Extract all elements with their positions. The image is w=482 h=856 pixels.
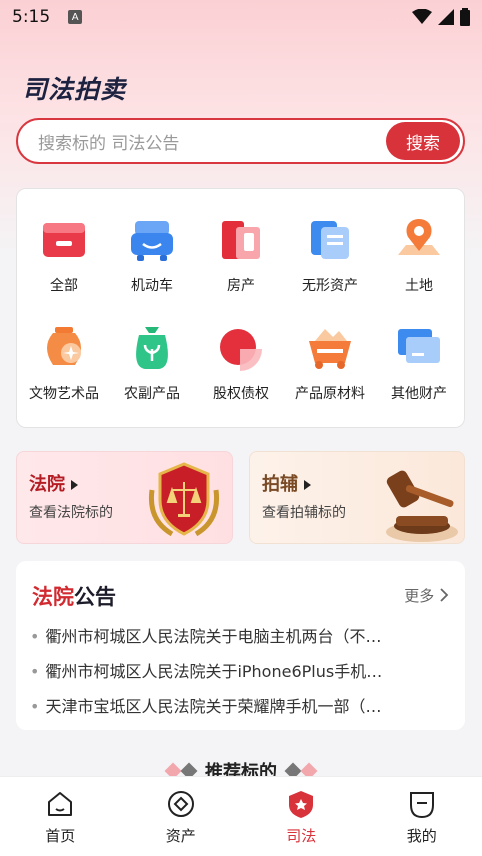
category-house[interactable]: 房产 xyxy=(196,217,286,317)
profile-icon xyxy=(409,792,434,819)
nav-justice[interactable]: 司法 xyxy=(241,777,362,856)
category-grid: 全部 机动车 房产 无形资产 土地 文物艺术品 农副产品 股权债权 产品原材料 … xyxy=(16,188,465,428)
category-equity[interactable]: 股权债权 xyxy=(196,325,286,425)
equity-icon xyxy=(220,329,262,371)
notification-badge: A xyxy=(68,10,83,24)
notice-item[interactable]: 衢州市柯城区人民法院关于电脑主机两台（不… xyxy=(30,623,440,647)
land-icon xyxy=(398,219,440,255)
notice-item[interactable]: 衢州市柯城区人民法院关于iPhone6Plus手机… xyxy=(30,658,440,682)
court-card-subtitle: 查看法院标的 xyxy=(29,505,113,521)
house-icon xyxy=(222,221,260,259)
battery-icon xyxy=(460,8,470,26)
farm-product-icon xyxy=(136,327,168,369)
car-icon xyxy=(131,221,173,261)
court-card[interactable]: 法院 查看法院标的 xyxy=(16,451,233,544)
category-farm[interactable]: 农副产品 xyxy=(107,325,197,425)
other-property-icon xyxy=(398,329,440,363)
auction-assist-title: 拍辅 xyxy=(262,470,311,496)
home-icon xyxy=(48,792,73,816)
justice-icon xyxy=(289,791,314,818)
asset-icon xyxy=(167,791,194,817)
court-emblem-icon xyxy=(148,462,220,537)
category-all[interactable]: 全部 xyxy=(19,217,109,317)
search-bar[interactable]: 搜索标的 司法公告 搜索 xyxy=(16,118,465,164)
bottom-nav: 首页 资产 司法 我的 xyxy=(0,776,482,856)
app-title: 司法拍卖 xyxy=(22,75,127,104)
category-vehicle[interactable]: 机动车 xyxy=(107,217,197,317)
category-land[interactable]: 土地 xyxy=(374,217,464,317)
artwork-icon xyxy=(47,327,81,365)
signal-icon xyxy=(438,9,454,25)
arrow-right-icon xyxy=(304,480,311,490)
category-other[interactable]: 其他财产 xyxy=(374,325,464,425)
court-notice-card: 法院公告 更多 衢州市柯城区人民法院关于电脑主机两台（不… 衢州市柯城区人民法院… xyxy=(16,561,465,730)
notice-item[interactable]: 天津市宝坻区人民法院关于荣耀牌手机一部（… xyxy=(30,693,440,717)
wifi-icon xyxy=(412,9,432,24)
all-icon xyxy=(43,223,85,257)
category-intangible[interactable]: 无形资产 xyxy=(285,217,375,317)
status-time: 5:15 xyxy=(12,7,51,27)
raw-material-icon xyxy=(309,329,351,369)
nav-home[interactable]: 首页 xyxy=(0,777,121,856)
notice-more-link[interactable]: 更多 xyxy=(404,585,449,606)
chevron-right-icon xyxy=(440,588,449,602)
auction-assist-subtitle: 查看拍辅标的 xyxy=(262,505,346,521)
court-card-title: 法院 xyxy=(29,470,78,496)
intangible-asset-icon xyxy=(311,221,349,259)
nav-profile[interactable]: 我的 xyxy=(362,777,482,856)
search-button[interactable]: 搜索 xyxy=(386,122,460,160)
notice-title: 法院公告 xyxy=(32,585,116,609)
category-raw-material[interactable]: 产品原材料 xyxy=(285,325,375,425)
arrow-right-icon xyxy=(71,480,78,490)
search-input[interactable]: 搜索标的 司法公告 xyxy=(38,129,386,154)
gavel-icon xyxy=(386,470,458,542)
nav-asset[interactable]: 资产 xyxy=(121,777,242,856)
status-bar: 5:15 A xyxy=(0,0,482,34)
auction-assist-card[interactable]: 拍辅 查看拍辅标的 xyxy=(249,451,465,544)
category-artwork[interactable]: 文物艺术品 xyxy=(19,325,109,425)
